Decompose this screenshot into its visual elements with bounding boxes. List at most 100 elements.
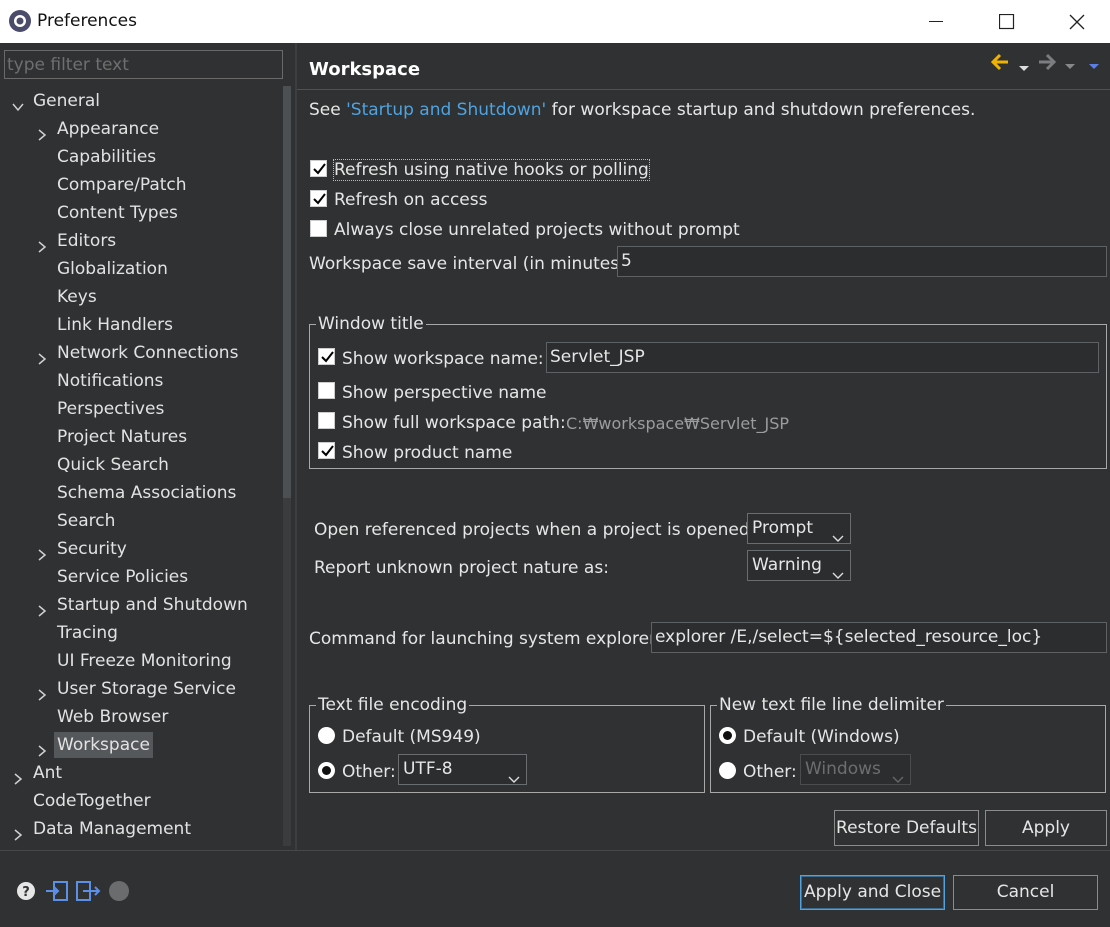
show-full-path-label[interactable]: Show full workspace path:	[342, 413, 566, 433]
show-product-name-label[interactable]: Show product name	[342, 443, 512, 463]
save-interval-input[interactable]: 5	[617, 246, 1107, 277]
tree-item[interactable]: Appearance	[0, 116, 283, 142]
explorer-command-input[interactable]: explorer /E,/select=${selected_resource_…	[651, 622, 1107, 653]
show-workspace-name-label[interactable]: Show workspace name:	[342, 349, 544, 369]
startup-shutdown-link[interactable]: 'Startup and Shutdown'	[346, 100, 546, 120]
chevron-right-icon[interactable]	[36, 347, 48, 365]
encoding-default-label[interactable]: Default (MS949)	[342, 727, 481, 747]
report-unknown-select[interactable]: Warning	[747, 550, 851, 581]
tree-item[interactable]: Notifications	[0, 368, 283, 394]
tree-item[interactable]: Capabilities	[0, 144, 283, 170]
help-icon[interactable]: ?	[16, 881, 36, 901]
delimiter-default-radio[interactable]	[719, 727, 736, 744]
chevron-right-icon[interactable]	[12, 823, 24, 841]
restore-defaults-button[interactable]: Restore Defaults	[834, 810, 979, 846]
view-menu-icon[interactable]	[1088, 56, 1100, 69]
open-referenced-select[interactable]: Prompt	[747, 513, 851, 544]
show-full-path-checkbox[interactable]	[318, 412, 335, 429]
tree-item-label: Perspectives	[57, 399, 165, 419]
tree-item[interactable]: Project Natures	[0, 424, 283, 450]
tree-item[interactable]: Compare/Patch	[0, 172, 283, 198]
chevron-right-icon[interactable]	[36, 599, 48, 617]
tree-item[interactable]: Startup and Shutdown	[0, 592, 283, 618]
chevron-right-icon[interactable]	[36, 235, 48, 253]
tree-item[interactable]: UI Freeze Monitoring	[0, 648, 283, 674]
tree-item[interactable]: Security	[0, 536, 283, 562]
chevron-right-icon[interactable]	[36, 543, 48, 561]
chevron-right-icon[interactable]	[12, 767, 24, 785]
import-icon[interactable]	[45, 880, 69, 902]
chevron-down-icon[interactable]	[12, 95, 24, 112]
tree-item[interactable]: Data Management	[0, 816, 283, 842]
tree-item-label: General	[33, 91, 100, 111]
tree-item[interactable]: Service Policies	[0, 564, 283, 590]
forward-arrow-icon[interactable]	[1037, 53, 1059, 71]
workspace-name-input[interactable]: Servlet_JSP	[546, 342, 1099, 373]
apply-and-close-button[interactable]: Apply and Close	[800, 875, 945, 910]
record-icon[interactable]	[108, 880, 130, 902]
show-product-name-checkbox[interactable]	[318, 442, 335, 459]
show-perspective-name-label[interactable]: Show perspective name	[342, 383, 547, 403]
tree-item[interactable]: Ant	[0, 760, 283, 786]
show-perspective-name-checkbox[interactable]	[318, 382, 335, 399]
tree-item[interactable]: Keys	[0, 284, 283, 310]
chevron-right-icon[interactable]	[36, 739, 48, 757]
refresh-access-label[interactable]: Refresh on access	[334, 190, 487, 210]
back-arrow-icon[interactable]	[990, 53, 1012, 71]
encoding-default-radio[interactable]	[318, 727, 335, 744]
tree-item[interactable]: Web Browser	[0, 704, 283, 730]
window-title: Preferences	[37, 11, 137, 31]
refresh-native-checkbox[interactable]	[310, 160, 327, 177]
filter-input[interactable]	[5, 51, 282, 78]
tree-item-label: Tracing	[57, 623, 118, 643]
always-close-label[interactable]: Always close unrelated projects without …	[334, 220, 740, 240]
show-workspace-name-checkbox[interactable]	[318, 348, 335, 365]
tree-item[interactable]: Quick Search	[0, 452, 283, 478]
tree-scrollbar[interactable]	[283, 86, 291, 846]
delimiter-other-radio[interactable]	[719, 762, 736, 779]
tree-item[interactable]: Link Handlers	[0, 312, 283, 338]
minimize-icon[interactable]	[901, 0, 971, 43]
tree-item[interactable]: Globalization	[0, 256, 283, 282]
tree-scrollbar-thumb[interactable]	[283, 86, 291, 498]
tree-item-label: Editors	[57, 231, 117, 251]
filter-field[interactable]	[4, 50, 283, 79]
tree-item[interactable]: General	[0, 88, 283, 114]
refresh-native-label[interactable]: Refresh using native hooks or polling	[333, 159, 650, 181]
tree-item-label: Project Natures	[57, 427, 188, 447]
encoding-value: UTF-8	[403, 759, 453, 779]
maximize-icon[interactable]	[972, 0, 1042, 43]
tree-item[interactable]: Content Types	[0, 200, 283, 226]
always-close-checkbox[interactable]	[310, 220, 327, 237]
tree-item-label: Keys	[57, 287, 97, 307]
tree-item[interactable]: Schema Associations	[0, 480, 283, 506]
chevron-right-icon[interactable]	[36, 123, 48, 141]
tree-item[interactable]: Network Connections	[0, 340, 283, 366]
apply-button[interactable]: Apply	[985, 810, 1107, 846]
tree-item[interactable]: Perspectives	[0, 396, 283, 422]
close-icon[interactable]	[1042, 0, 1110, 43]
delimiter-other-label[interactable]: Other:	[743, 762, 797, 782]
tree-item[interactable]: CodeTogether	[0, 788, 283, 814]
intro-prefix: See	[309, 100, 347, 120]
tree-item[interactable]: Tracing	[0, 620, 283, 646]
save-interval-label: Workspace save interval (in minutes):	[309, 254, 632, 274]
delimiter-default-label[interactable]: Default (Windows)	[743, 727, 900, 747]
tree-item[interactable]: Workspace	[0, 732, 283, 758]
encoding-other-radio[interactable]	[318, 762, 335, 779]
forward-dropdown-icon[interactable]	[1064, 56, 1076, 69]
tree-item-label: Data Management	[33, 819, 191, 839]
chevron-right-icon[interactable]	[36, 683, 48, 701]
tree-item[interactable]: User Storage Service	[0, 676, 283, 702]
tree-item[interactable]: Editors	[0, 228, 283, 254]
tree-item-label: Appearance	[57, 119, 160, 139]
page-header: Workspace	[297, 43, 1110, 90]
refresh-access-checkbox[interactable]	[310, 190, 327, 207]
back-dropdown-icon[interactable]	[1018, 58, 1030, 71]
encoding-select[interactable]: UTF-8	[398, 754, 527, 785]
tree-item-label: Web Browser	[57, 707, 169, 727]
export-icon[interactable]	[75, 880, 101, 902]
cancel-button[interactable]: Cancel	[953, 875, 1098, 910]
encoding-other-label[interactable]: Other:	[342, 762, 396, 782]
tree-item[interactable]: Search	[0, 508, 283, 534]
